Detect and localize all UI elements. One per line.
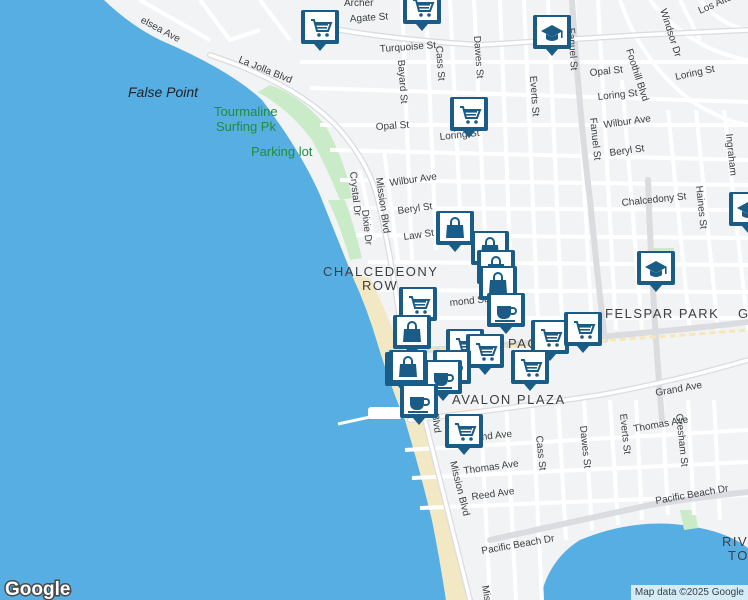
place-riv: RIV bbox=[722, 534, 748, 549]
svg-text:Google: Google bbox=[5, 579, 70, 600]
place-surfing-park: Surfing Pk bbox=[216, 119, 276, 134]
place-false-point: False Point bbox=[128, 84, 199, 100]
place-tourmaline: Tourmaline bbox=[214, 104, 278, 119]
map-canvas[interactable]: elsea Ave Archer Agate St Turquoise St L… bbox=[0, 0, 748, 600]
place-parking-lot: Parking lot bbox=[251, 144, 313, 159]
street-label: Opal St bbox=[375, 120, 409, 133]
map-attribution[interactable]: Map data ©2025 Google bbox=[630, 585, 748, 600]
place-g-edge: G bbox=[738, 306, 748, 321]
place-felspar-park: FELSPAR PARK bbox=[605, 306, 719, 321]
street-label: Archer bbox=[344, 0, 374, 9]
place-to: TO bbox=[728, 548, 748, 563]
place-chalcedeony-row-2: ROW bbox=[362, 278, 398, 293]
place-chalcedeony-row: CHALCEDEONY bbox=[323, 264, 438, 279]
google-logo: Google bbox=[4, 578, 72, 600]
street-label: Mis bbox=[479, 585, 493, 600]
place-avalon-plaza: AVALON PLAZA bbox=[452, 392, 566, 407]
